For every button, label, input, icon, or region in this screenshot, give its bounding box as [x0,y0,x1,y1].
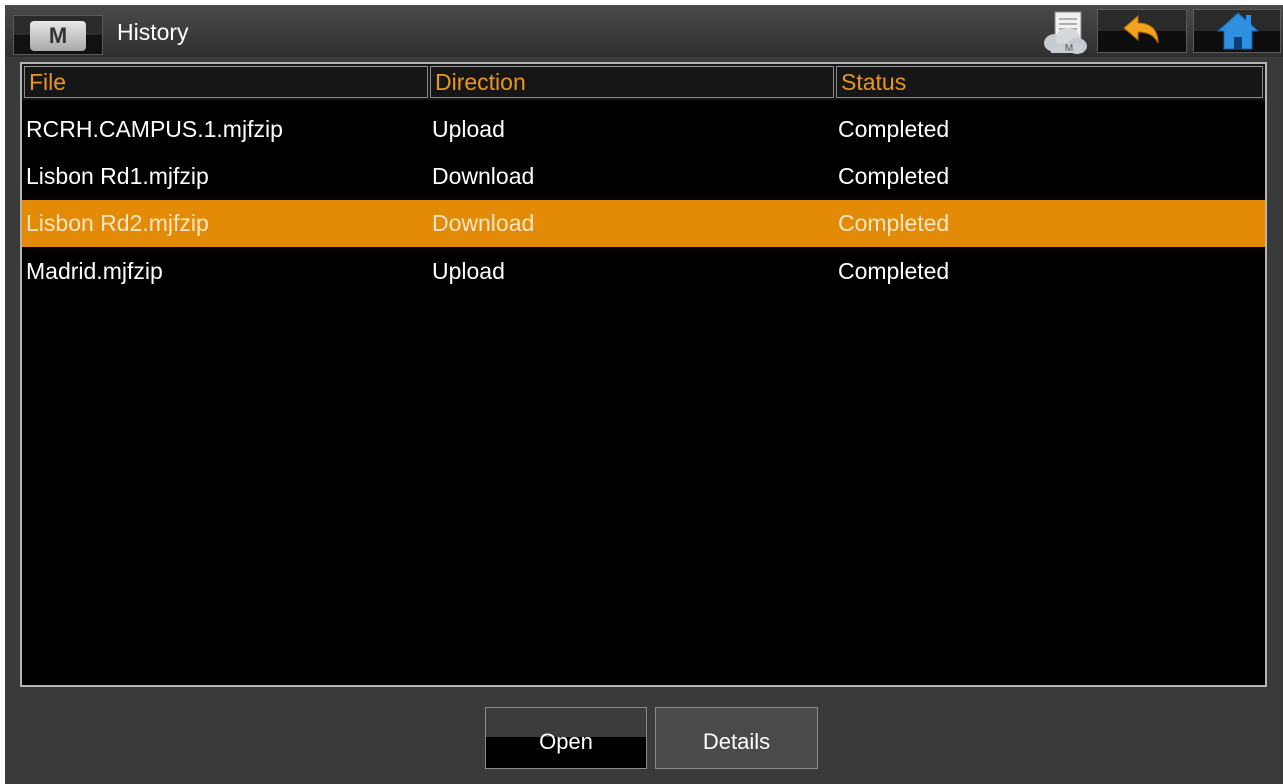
file-cell: Lisbon Rd1.mjfzip [26,163,209,189]
history-screen: M History M File Direction Status RCRH.C… [5,5,1283,784]
menu-button[interactable]: M [13,15,103,55]
home-icon [1216,12,1260,50]
status-cell: Completed [838,116,950,142]
back-arrow-icon [1123,14,1159,44]
details-button[interactable]: Details [655,707,818,769]
cloud-document-icon: M [1044,11,1087,54]
file-cell: RCRH.CAMPUS.1.mjfzip [26,116,283,142]
file-cell: Lisbon Rd2.mjfzip [26,210,209,236]
table-row[interactable]: Lisbon Rd1.mjfzip Download Completed [22,153,1265,200]
table-row-selected[interactable]: Lisbon Rd2.mjfzip Download Completed [22,200,1265,247]
status-cell: Completed [838,163,950,189]
status-cell: Completed [838,210,950,236]
direction-cell: Upload [432,116,505,142]
history-table: File Direction Status RCRH.CAMPUS.1.mjfz… [20,62,1267,687]
open-button[interactable]: Open [485,707,647,769]
direction-cell: Download [432,210,535,236]
page-title: History [117,19,189,45]
cloud-badge-letter: M [1065,43,1073,54]
file-cell: Madrid.mjfzip [26,258,163,284]
back-button[interactable] [1097,9,1187,53]
column-header-file[interactable]: File [24,66,428,98]
table-header: File Direction Status [22,64,1265,100]
table-row[interactable]: Madrid.mjfzip Upload Completed [22,248,1265,295]
column-header-direction[interactable]: Direction [430,66,834,98]
column-header-status[interactable]: Status [836,66,1263,98]
title-bar: M History M [5,5,1283,57]
status-cell: Completed [838,258,950,284]
direction-cell: Upload [432,258,505,284]
table-row[interactable]: RCRH.CAMPUS.1.mjfzip Upload Completed [22,106,1265,153]
direction-cell: Download [432,163,535,189]
app-logo-icon: M [30,21,86,51]
home-button[interactable] [1193,9,1281,53]
cloud-document-button[interactable]: M [1037,9,1095,54]
